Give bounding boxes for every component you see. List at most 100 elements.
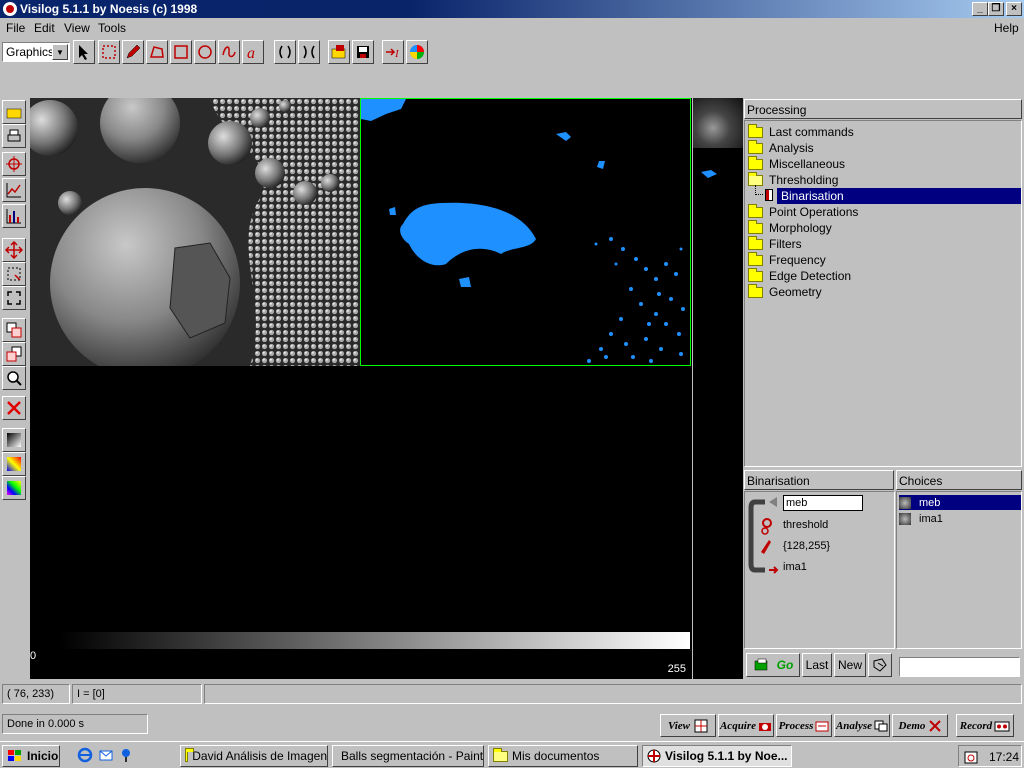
color-lut-button[interactable] bbox=[2, 452, 26, 476]
dashed-rectangle-icon bbox=[102, 45, 116, 59]
menu-tools[interactable]: Tools bbox=[98, 21, 126, 35]
bracket-out-icon bbox=[303, 45, 315, 59]
start-button[interactable]: Inicio bbox=[2, 745, 60, 767]
acquire-mode-button[interactable]: Acquire bbox=[718, 714, 774, 737]
color-palette-button[interactable] bbox=[406, 40, 428, 64]
mode-select[interactable]: Graphics ▼ bbox=[2, 42, 70, 62]
print-button[interactable] bbox=[2, 124, 26, 148]
record-mode-button[interactable]: Record bbox=[956, 714, 1014, 737]
histogram-button[interactable] bbox=[2, 204, 26, 228]
image-meb[interactable] bbox=[360, 98, 691, 366]
move-button[interactable] bbox=[2, 238, 26, 262]
rectangle-select-button[interactable] bbox=[98, 40, 120, 64]
crosshair-button[interactable] bbox=[2, 152, 26, 176]
tree-item-filters[interactable]: Filters bbox=[748, 235, 802, 252]
resize-button[interactable] bbox=[2, 262, 26, 286]
folder-icon bbox=[748, 123, 763, 138]
outlook-express-icon[interactable] bbox=[98, 747, 114, 763]
visilog-icon bbox=[647, 749, 661, 763]
scheduler-icon[interactable] bbox=[963, 749, 979, 765]
tree-item-last-commands[interactable]: Last commands bbox=[748, 123, 854, 140]
gray-lut-button[interactable] bbox=[2, 428, 26, 452]
go-button[interactable]: Go bbox=[746, 653, 800, 677]
process-icon bbox=[815, 721, 829, 731]
zoom-button[interactable] bbox=[2, 366, 26, 390]
freehand-tool-button[interactable] bbox=[218, 40, 240, 64]
script-button[interactable] bbox=[868, 653, 892, 677]
tree-item-morphology[interactable]: Morphology bbox=[748, 219, 832, 236]
last-button[interactable]: Last bbox=[802, 653, 832, 677]
app-icon[interactable] bbox=[3, 2, 17, 16]
view-mode-button[interactable]: View bbox=[660, 714, 716, 737]
range-param[interactable]: {128,255} bbox=[783, 540, 830, 552]
taskbar-item-visilog[interactable]: Visilog 5.1.1 by Noe... bbox=[642, 745, 792, 767]
folder-icon bbox=[748, 235, 763, 250]
chevron-down-icon[interactable]: ▼ bbox=[52, 44, 68, 60]
bar-chart-icon bbox=[6, 209, 21, 224]
method-param[interactable]: threshold bbox=[783, 519, 828, 531]
save-image-button[interactable] bbox=[352, 40, 374, 64]
polygon-tool-button[interactable] bbox=[146, 40, 168, 64]
input-image-param[interactable]: ima1 bbox=[783, 561, 807, 573]
tree-item-miscellaneous[interactable]: Miscellaneous bbox=[748, 155, 845, 172]
pencil-tool-button[interactable] bbox=[122, 40, 144, 64]
zoom-in-button[interactable] bbox=[274, 40, 296, 64]
choice-item-ima1[interactable]: ima1 bbox=[899, 511, 1021, 526]
output-image-field[interactable]: meb bbox=[783, 495, 863, 511]
zoom-out-button[interactable] bbox=[298, 40, 320, 64]
thumbnail-meb[interactable] bbox=[693, 150, 743, 195]
tree-item-label: Geometry bbox=[769, 285, 822, 299]
open-image-button[interactable] bbox=[328, 40, 350, 64]
taskbar-item-paint[interactable]: Balls segmentación - Paint bbox=[332, 745, 484, 767]
channels-icon[interactable] bbox=[119, 747, 135, 763]
open-folder-button[interactable] bbox=[2, 100, 26, 124]
image-workspace[interactable]: 0 255 bbox=[30, 98, 692, 679]
analyse-mode-button[interactable]: Analyse bbox=[834, 714, 890, 737]
taskbar-item-david[interactable]: David Análisis de Imagen bbox=[180, 745, 328, 767]
duplicate-button[interactable] bbox=[2, 318, 26, 342]
copy-button[interactable] bbox=[2, 342, 26, 366]
view-mode-label: View bbox=[667, 719, 690, 732]
process-mode-button[interactable]: Process bbox=[776, 714, 832, 737]
rectangle-tool-button[interactable] bbox=[170, 40, 192, 64]
text-tool-button[interactable]: a bbox=[242, 40, 264, 64]
profile-button[interactable] bbox=[2, 178, 26, 202]
tree-item-edge-detection[interactable]: Edge Detection bbox=[748, 267, 851, 284]
close-button[interactable]: × bbox=[1006, 2, 1022, 16]
delete-button[interactable] bbox=[2, 396, 26, 420]
text-icon: a bbox=[247, 45, 255, 61]
fit-button[interactable] bbox=[2, 286, 26, 310]
fit-frame-icon bbox=[7, 291, 21, 305]
choices-header: Choices bbox=[896, 470, 1022, 490]
restore-button[interactable]: ❐ bbox=[988, 2, 1004, 16]
tree-item-label: Frequency bbox=[769, 253, 826, 267]
spectrum-lut-button[interactable] bbox=[2, 476, 26, 500]
tree-item-analysis[interactable]: Analysis bbox=[748, 139, 814, 156]
minimize-button[interactable]: _ bbox=[972, 2, 988, 16]
menu-help[interactable]: Help bbox=[994, 21, 1019, 35]
thumbnail-ima1[interactable] bbox=[693, 98, 743, 148]
menu-view[interactable]: View bbox=[64, 21, 90, 35]
new-button[interactable]: New bbox=[834, 653, 866, 677]
internet-explorer-icon[interactable] bbox=[77, 747, 93, 763]
gray-gradient-icon bbox=[7, 433, 21, 447]
tree-item-binarisation[interactable]: Binarisation bbox=[777, 188, 1021, 204]
circle-tool-button[interactable] bbox=[194, 40, 216, 64]
move-arrows-icon bbox=[5, 241, 23, 259]
taskbar-item-mis-documentos[interactable]: Mis documentos bbox=[488, 745, 638, 767]
tree-item-geometry[interactable]: Geometry bbox=[748, 283, 822, 300]
taskbar-item-label: Mis documentos bbox=[512, 749, 600, 763]
menu-file[interactable]: File bbox=[6, 21, 25, 35]
choice-item-meb[interactable]: meb bbox=[899, 495, 1021, 510]
tree-item-point-operations[interactable]: Point Operations bbox=[748, 203, 858, 220]
tree-item-frequency[interactable]: Frequency bbox=[748, 251, 826, 268]
pointer-tool-button[interactable] bbox=[73, 40, 95, 64]
insert-icon: I bbox=[386, 48, 400, 60]
demo-mode-button[interactable]: Demo bbox=[892, 714, 948, 737]
action-bar: Go Last New bbox=[744, 651, 1024, 679]
command-input[interactable] bbox=[899, 657, 1020, 677]
image-thumb-icon bbox=[899, 512, 911, 525]
image-ima1[interactable] bbox=[30, 98, 360, 366]
menu-edit[interactable]: Edit bbox=[34, 21, 55, 35]
insert-button[interactable]: I bbox=[382, 40, 404, 64]
